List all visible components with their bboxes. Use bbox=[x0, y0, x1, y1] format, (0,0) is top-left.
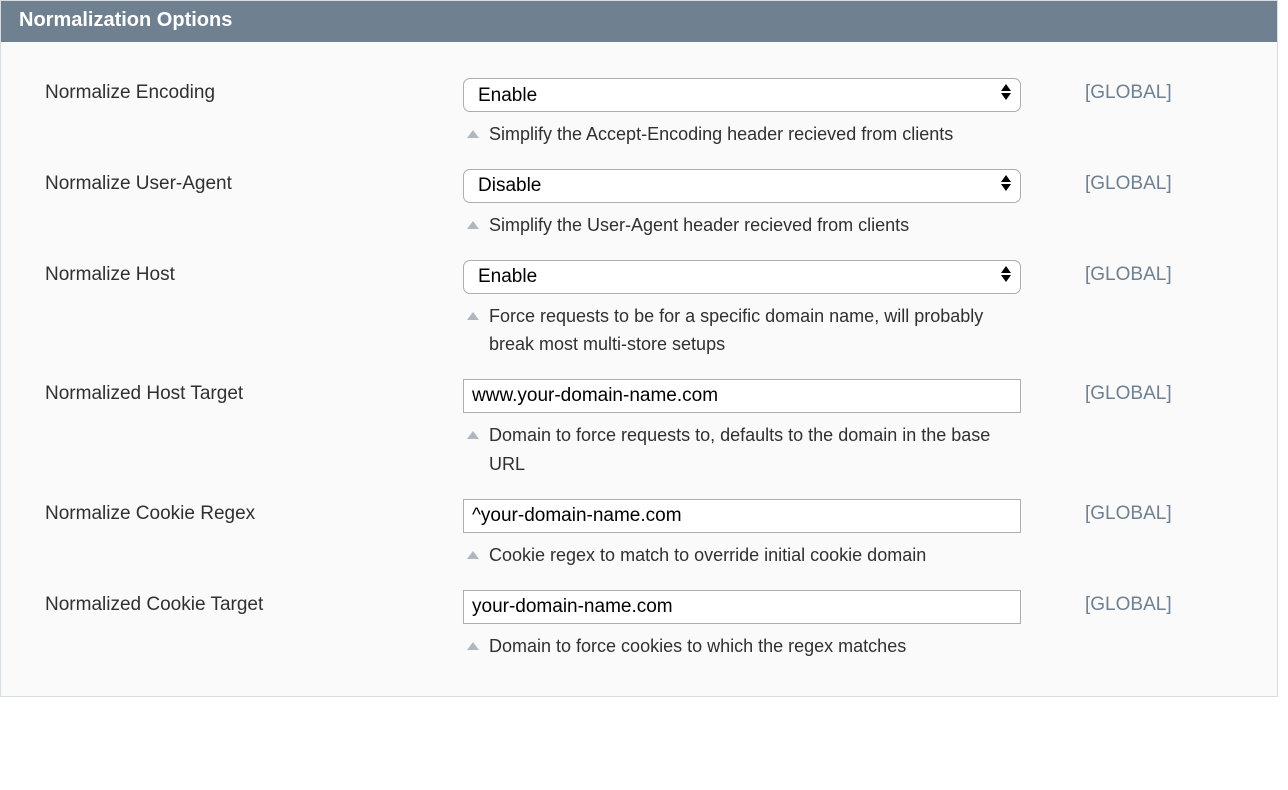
field-value: Cookie regex to match to override initia… bbox=[463, 499, 1025, 570]
triangle-up-icon bbox=[467, 130, 479, 138]
field-normalize-cookie-regex: Normalize Cookie Regex Cookie regex to m… bbox=[45, 499, 1247, 570]
field-value: Disable Simplify the User-Agent header r… bbox=[463, 169, 1025, 240]
normalize-cookie-regex-input[interactable] bbox=[463, 499, 1021, 533]
field-normalize-encoding: Normalize Encoding Enable Simplify the A… bbox=[45, 78, 1247, 149]
normalize-host-select[interactable]: Enable bbox=[463, 260, 1021, 294]
field-help: Cookie regex to match to override initia… bbox=[463, 541, 1025, 570]
normalized-cookie-target-input[interactable] bbox=[463, 590, 1021, 624]
field-label: Normalize Host bbox=[45, 260, 463, 286]
field-help: Simplify the User-Agent header recieved … bbox=[463, 211, 1025, 240]
scope-label: [GLOBAL] bbox=[1025, 499, 1247, 525]
normalization-options-panel: Normalization Options Normalize Encoding… bbox=[0, 0, 1278, 697]
normalize-user-agent-select[interactable]: Disable bbox=[463, 169, 1021, 203]
field-help: Force requests to be for a specific doma… bbox=[463, 302, 1025, 360]
help-text: Force requests to be for a specific doma… bbox=[489, 302, 1025, 360]
field-help: Simplify the Accept-Encoding header reci… bbox=[463, 120, 1025, 149]
field-value: Enable Force requests to be for a specif… bbox=[463, 260, 1025, 360]
field-value: Domain to force requests to, defaults to… bbox=[463, 379, 1025, 479]
field-normalize-user-agent: Normalize User-Agent Disable Simplify th… bbox=[45, 169, 1247, 240]
normalize-encoding-select[interactable]: Enable bbox=[463, 78, 1021, 112]
select-wrap: Disable bbox=[463, 169, 1021, 203]
field-label: Normalized Host Target bbox=[45, 379, 463, 405]
field-label: Normalize Cookie Regex bbox=[45, 499, 463, 525]
scope-label: [GLOBAL] bbox=[1025, 169, 1247, 195]
help-text: Domain to force cookies to which the reg… bbox=[489, 632, 1025, 661]
help-text: Domain to force requests to, defaults to… bbox=[489, 421, 1025, 479]
help-text: Simplify the User-Agent header recieved … bbox=[489, 211, 1025, 240]
scope-label: [GLOBAL] bbox=[1025, 379, 1247, 405]
field-normalize-host: Normalize Host Enable Force requests to … bbox=[45, 260, 1247, 360]
panel-body: Normalize Encoding Enable Simplify the A… bbox=[1, 42, 1277, 696]
scope-label: [GLOBAL] bbox=[1025, 78, 1247, 104]
field-normalized-cookie-target: Normalized Cookie Target Domain to force… bbox=[45, 590, 1247, 661]
triangle-up-icon bbox=[467, 642, 479, 650]
help-text: Cookie regex to match to override initia… bbox=[489, 541, 1025, 570]
field-help: Domain to force requests to, defaults to… bbox=[463, 421, 1025, 479]
field-help: Domain to force cookies to which the reg… bbox=[463, 632, 1025, 661]
select-wrap: Enable bbox=[463, 260, 1021, 294]
triangle-up-icon bbox=[467, 221, 479, 229]
field-label: Normalize Encoding bbox=[45, 78, 463, 104]
normalized-host-target-input[interactable] bbox=[463, 379, 1021, 413]
help-text: Simplify the Accept-Encoding header reci… bbox=[489, 120, 1025, 149]
field-label: Normalized Cookie Target bbox=[45, 590, 463, 616]
scope-label: [GLOBAL] bbox=[1025, 260, 1247, 286]
select-wrap: Enable bbox=[463, 78, 1021, 112]
panel-title: Normalization Options bbox=[1, 1, 1277, 42]
field-value: Domain to force cookies to which the reg… bbox=[463, 590, 1025, 661]
field-label: Normalize User-Agent bbox=[45, 169, 463, 195]
triangle-up-icon bbox=[467, 431, 479, 439]
triangle-up-icon bbox=[467, 551, 479, 559]
triangle-up-icon bbox=[467, 312, 479, 320]
field-normalized-host-target: Normalized Host Target Domain to force r… bbox=[45, 379, 1247, 479]
field-value: Enable Simplify the Accept-Encoding head… bbox=[463, 78, 1025, 149]
scope-label: [GLOBAL] bbox=[1025, 590, 1247, 616]
